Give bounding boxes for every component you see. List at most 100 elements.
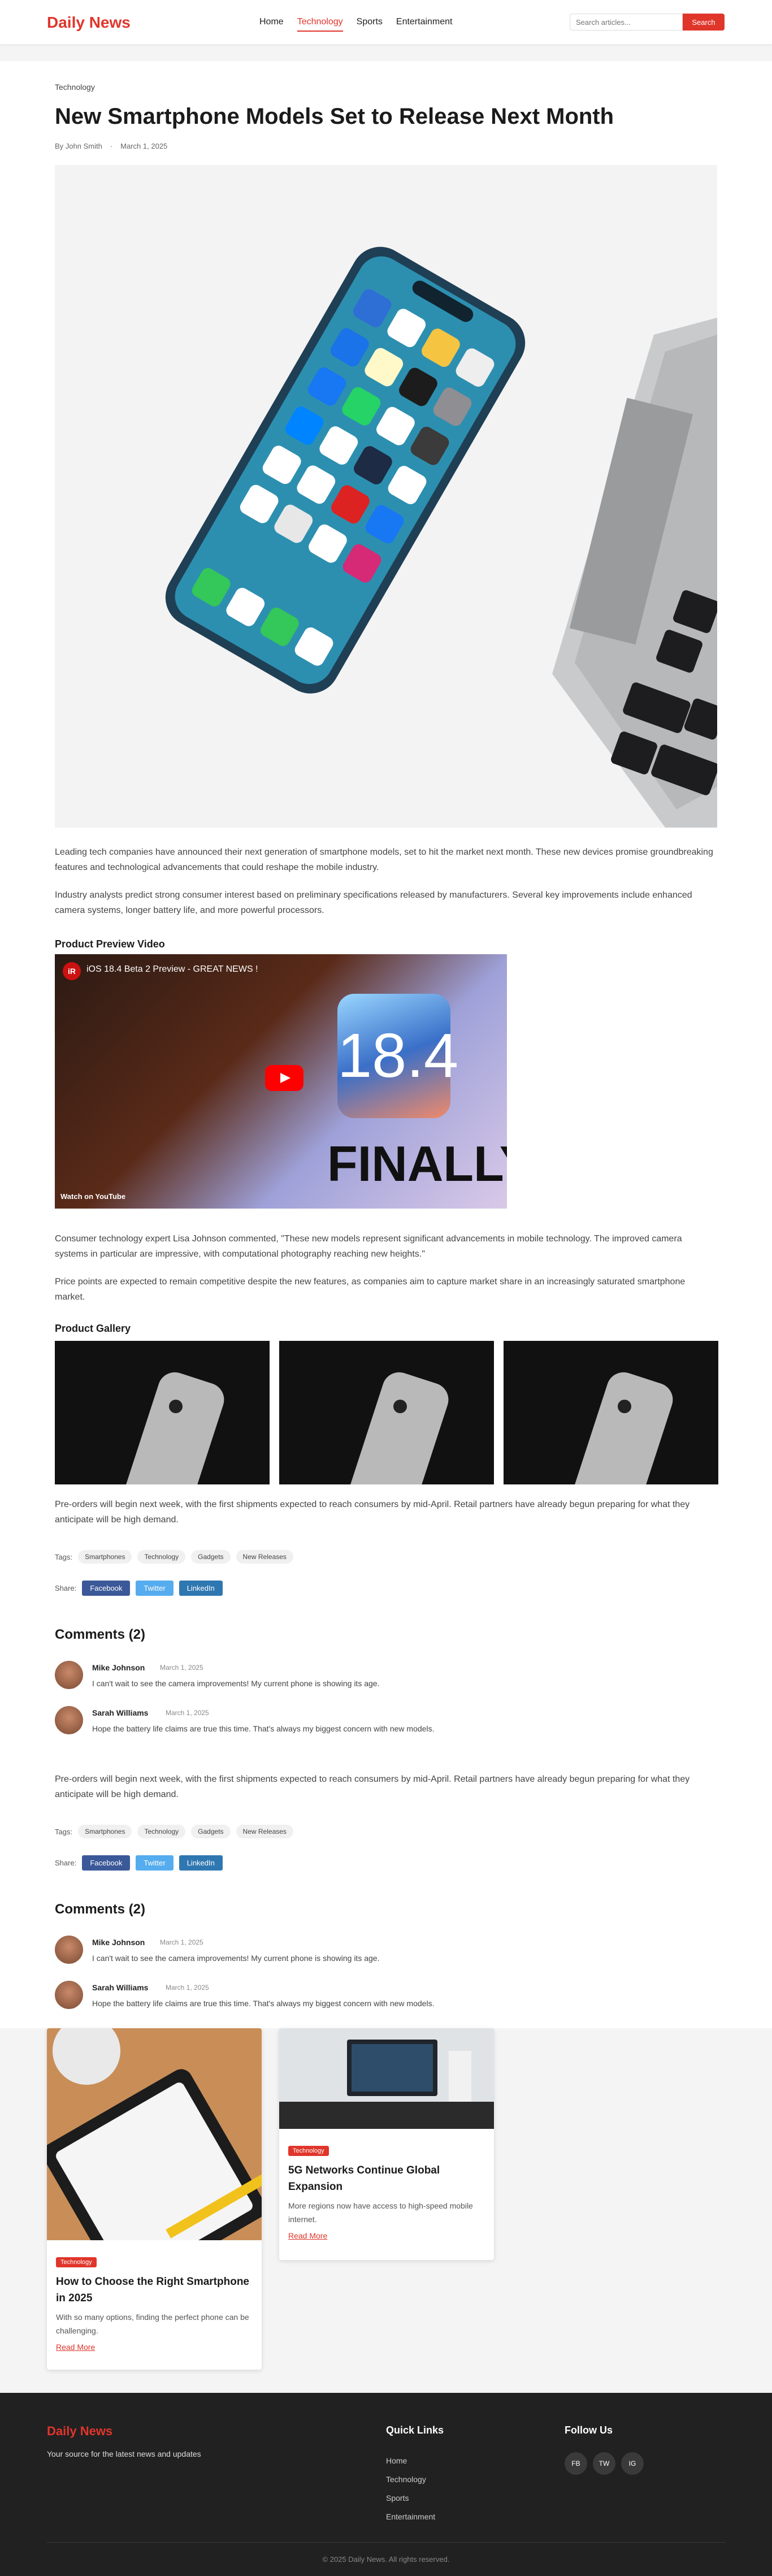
read-more-link[interactable]: Read More [56, 2343, 253, 2352]
instagram-icon[interactable]: IG [621, 2452, 644, 2475]
avatar [55, 1981, 83, 2009]
comment-date: March 1, 2025 [160, 1664, 203, 1672]
main-nav: Home Technology Sports Entertainment [259, 17, 453, 32]
related-title[interactable]: 5G Networks Continue Global Expansion [288, 2163, 485, 2195]
tag[interactable]: Technology [137, 1550, 186, 1564]
phone-back-image [279, 1341, 494, 1484]
tags-label: Tags: [55, 1552, 73, 1561]
tags-row: Tags: Smartphones Technology Gadgets New… [55, 1550, 293, 1564]
nav-home[interactable]: Home [259, 17, 284, 32]
tag[interactable]: Smartphones [78, 1825, 132, 1838]
gallery-image[interactable] [504, 1341, 718, 1484]
footer-logo[interactable]: Daily News [47, 2424, 112, 2439]
copyright: © 2025 Daily News. All rights reserved. [322, 2555, 450, 2564]
tag[interactable]: Technology [137, 1825, 186, 1838]
comment-date: March 1, 2025 [160, 1938, 203, 1946]
tags-label: Tags: [55, 1827, 73, 1836]
article-title: New Smartphone Models Set to Release Nex… [55, 104, 614, 129]
article-paragraph: Pre-orders will begin next week, with th… [55, 1500, 690, 1525]
share-facebook-button[interactable]: Facebook [82, 1581, 131, 1596]
quick-links-heading: Quick Links [386, 2425, 444, 2436]
share-label: Share: [55, 1584, 77, 1592]
article-paragraph: Consumer technology expert Lisa Johnson … [55, 1234, 682, 1259]
comment-text: Hope the battery life claims are true th… [92, 1999, 435, 2008]
related-description: More regions now have access to high-spe… [288, 2201, 473, 2224]
comments-heading: Comments (2) [55, 1627, 146, 1642]
video-overlay-text: FINALLY [327, 1136, 507, 1192]
article-paragraph: Price points are expected to remain comp… [55, 1277, 686, 1302]
footer-link-home[interactable]: Home [386, 2452, 435, 2470]
site-logo[interactable]: Daily News [47, 14, 131, 32]
footer-divider [47, 2542, 725, 2543]
related-badge: Technology [288, 2146, 329, 2156]
phone-illustration [55, 165, 717, 828]
comment-text: I can't wait to see the camera improveme… [92, 1954, 380, 1963]
share-linkedin-button[interactable]: LinkedIn [179, 1581, 223, 1596]
social-links: FB TW IG [565, 2452, 644, 2475]
gallery-heading: Product Gallery [55, 1323, 131, 1334]
article-meta: By John Smith · March 1, 2025 [55, 142, 167, 150]
channel-logo[interactable]: iR [63, 962, 81, 980]
nav-sports[interactable]: Sports [357, 17, 383, 32]
video-embed[interactable]: iR iOS 18.4 Beta 2 Preview - GREAT NEWS … [55, 954, 507, 1209]
article-paragraph: Pre-orders will begin next week, with th… [55, 1774, 690, 1800]
related-article-card[interactable]: Technology 5G Networks Continue Global E… [279, 2028, 494, 2260]
tag[interactable]: Gadgets [191, 1550, 231, 1564]
tag[interactable]: Gadgets [191, 1825, 231, 1838]
avatar [55, 1706, 83, 1734]
watch-on-youtube-link[interactable]: Watch on YouTube [60, 1192, 125, 1201]
nav-technology[interactable]: Technology [297, 17, 343, 32]
play-icon[interactable] [265, 1065, 303, 1091]
tag[interactable]: New Releases [236, 1825, 293, 1838]
quick-links: Home Technology Sports Entertainment [386, 2452, 435, 2526]
related-article-card[interactable]: Technology How to Choose the Right Smart… [47, 2028, 262, 2370]
avatar [55, 1661, 83, 1689]
tags-row: Tags: Smartphones Technology Gadgets New… [55, 1825, 293, 1838]
article-card: Technology New Smartphone Models Set to … [0, 61, 772, 2028]
article-author: By John Smith [55, 142, 102, 150]
avatar [55, 1936, 83, 1964]
product-gallery [55, 1341, 718, 1484]
share-row: Share: Facebook Twitter LinkedIn [55, 1855, 223, 1871]
comment-author: Mike Johnson [92, 1938, 145, 1947]
tag[interactable]: Smartphones [78, 1550, 132, 1564]
footer-tagline: Your source for the latest news and upda… [47, 2449, 201, 2458]
footer-link-entertainment[interactable]: Entertainment [386, 2508, 435, 2526]
phone-back-image [55, 1341, 270, 1484]
share-row: Share: Facebook Twitter LinkedIn [55, 1581, 223, 1596]
search-bar: Search [570, 14, 725, 31]
hero-image [55, 165, 717, 828]
related-article-image [279, 2028, 494, 2129]
share-linkedin-button[interactable]: LinkedIn [179, 1855, 223, 1871]
related-article-image [47, 2028, 262, 2293]
video-heading: Product Preview Video [55, 938, 165, 950]
twitter-icon[interactable]: TW [593, 2452, 615, 2475]
comment-date: March 1, 2025 [166, 1984, 209, 1991]
search-button[interactable]: Search [683, 14, 725, 31]
follow-us-heading: Follow Us [565, 2425, 613, 2436]
tag[interactable]: New Releases [236, 1550, 293, 1564]
related-description: With so many options, finding the perfec… [56, 2313, 249, 2335]
meta-separator: · [110, 142, 113, 150]
footer-link-sports[interactable]: Sports [386, 2489, 435, 2508]
read-more-link[interactable]: Read More [288, 2231, 485, 2240]
phone-back-image [504, 1341, 718, 1484]
share-twitter-button[interactable]: Twitter [136, 1581, 174, 1596]
comment-text: I can't wait to see the camera improveme… [92, 1679, 380, 1688]
comment-author: Sarah Williams [92, 1708, 149, 1717]
nav-entertainment[interactable]: Entertainment [396, 17, 453, 32]
share-facebook-button[interactable]: Facebook [82, 1855, 131, 1871]
gallery-image[interactable] [279, 1341, 494, 1484]
footer-link-technology[interactable]: Technology [386, 2470, 435, 2489]
article-category: Technology [55, 83, 95, 92]
related-title[interactable]: How to Choose the Right Smartphone in 20… [56, 2274, 253, 2306]
search-input[interactable] [570, 14, 683, 31]
facebook-icon[interactable]: FB [565, 2452, 587, 2475]
share-label: Share: [55, 1859, 77, 1867]
share-twitter-button[interactable]: Twitter [136, 1855, 174, 1871]
gallery-image[interactable] [55, 1341, 270, 1484]
comment-author: Mike Johnson [92, 1663, 145, 1672]
ios-version-badge: 18.4 [337, 994, 458, 1118]
video-title[interactable]: iOS 18.4 Beta 2 Preview - GREAT NEWS ! [86, 964, 258, 975]
comment-author: Sarah Williams [92, 1983, 149, 1992]
